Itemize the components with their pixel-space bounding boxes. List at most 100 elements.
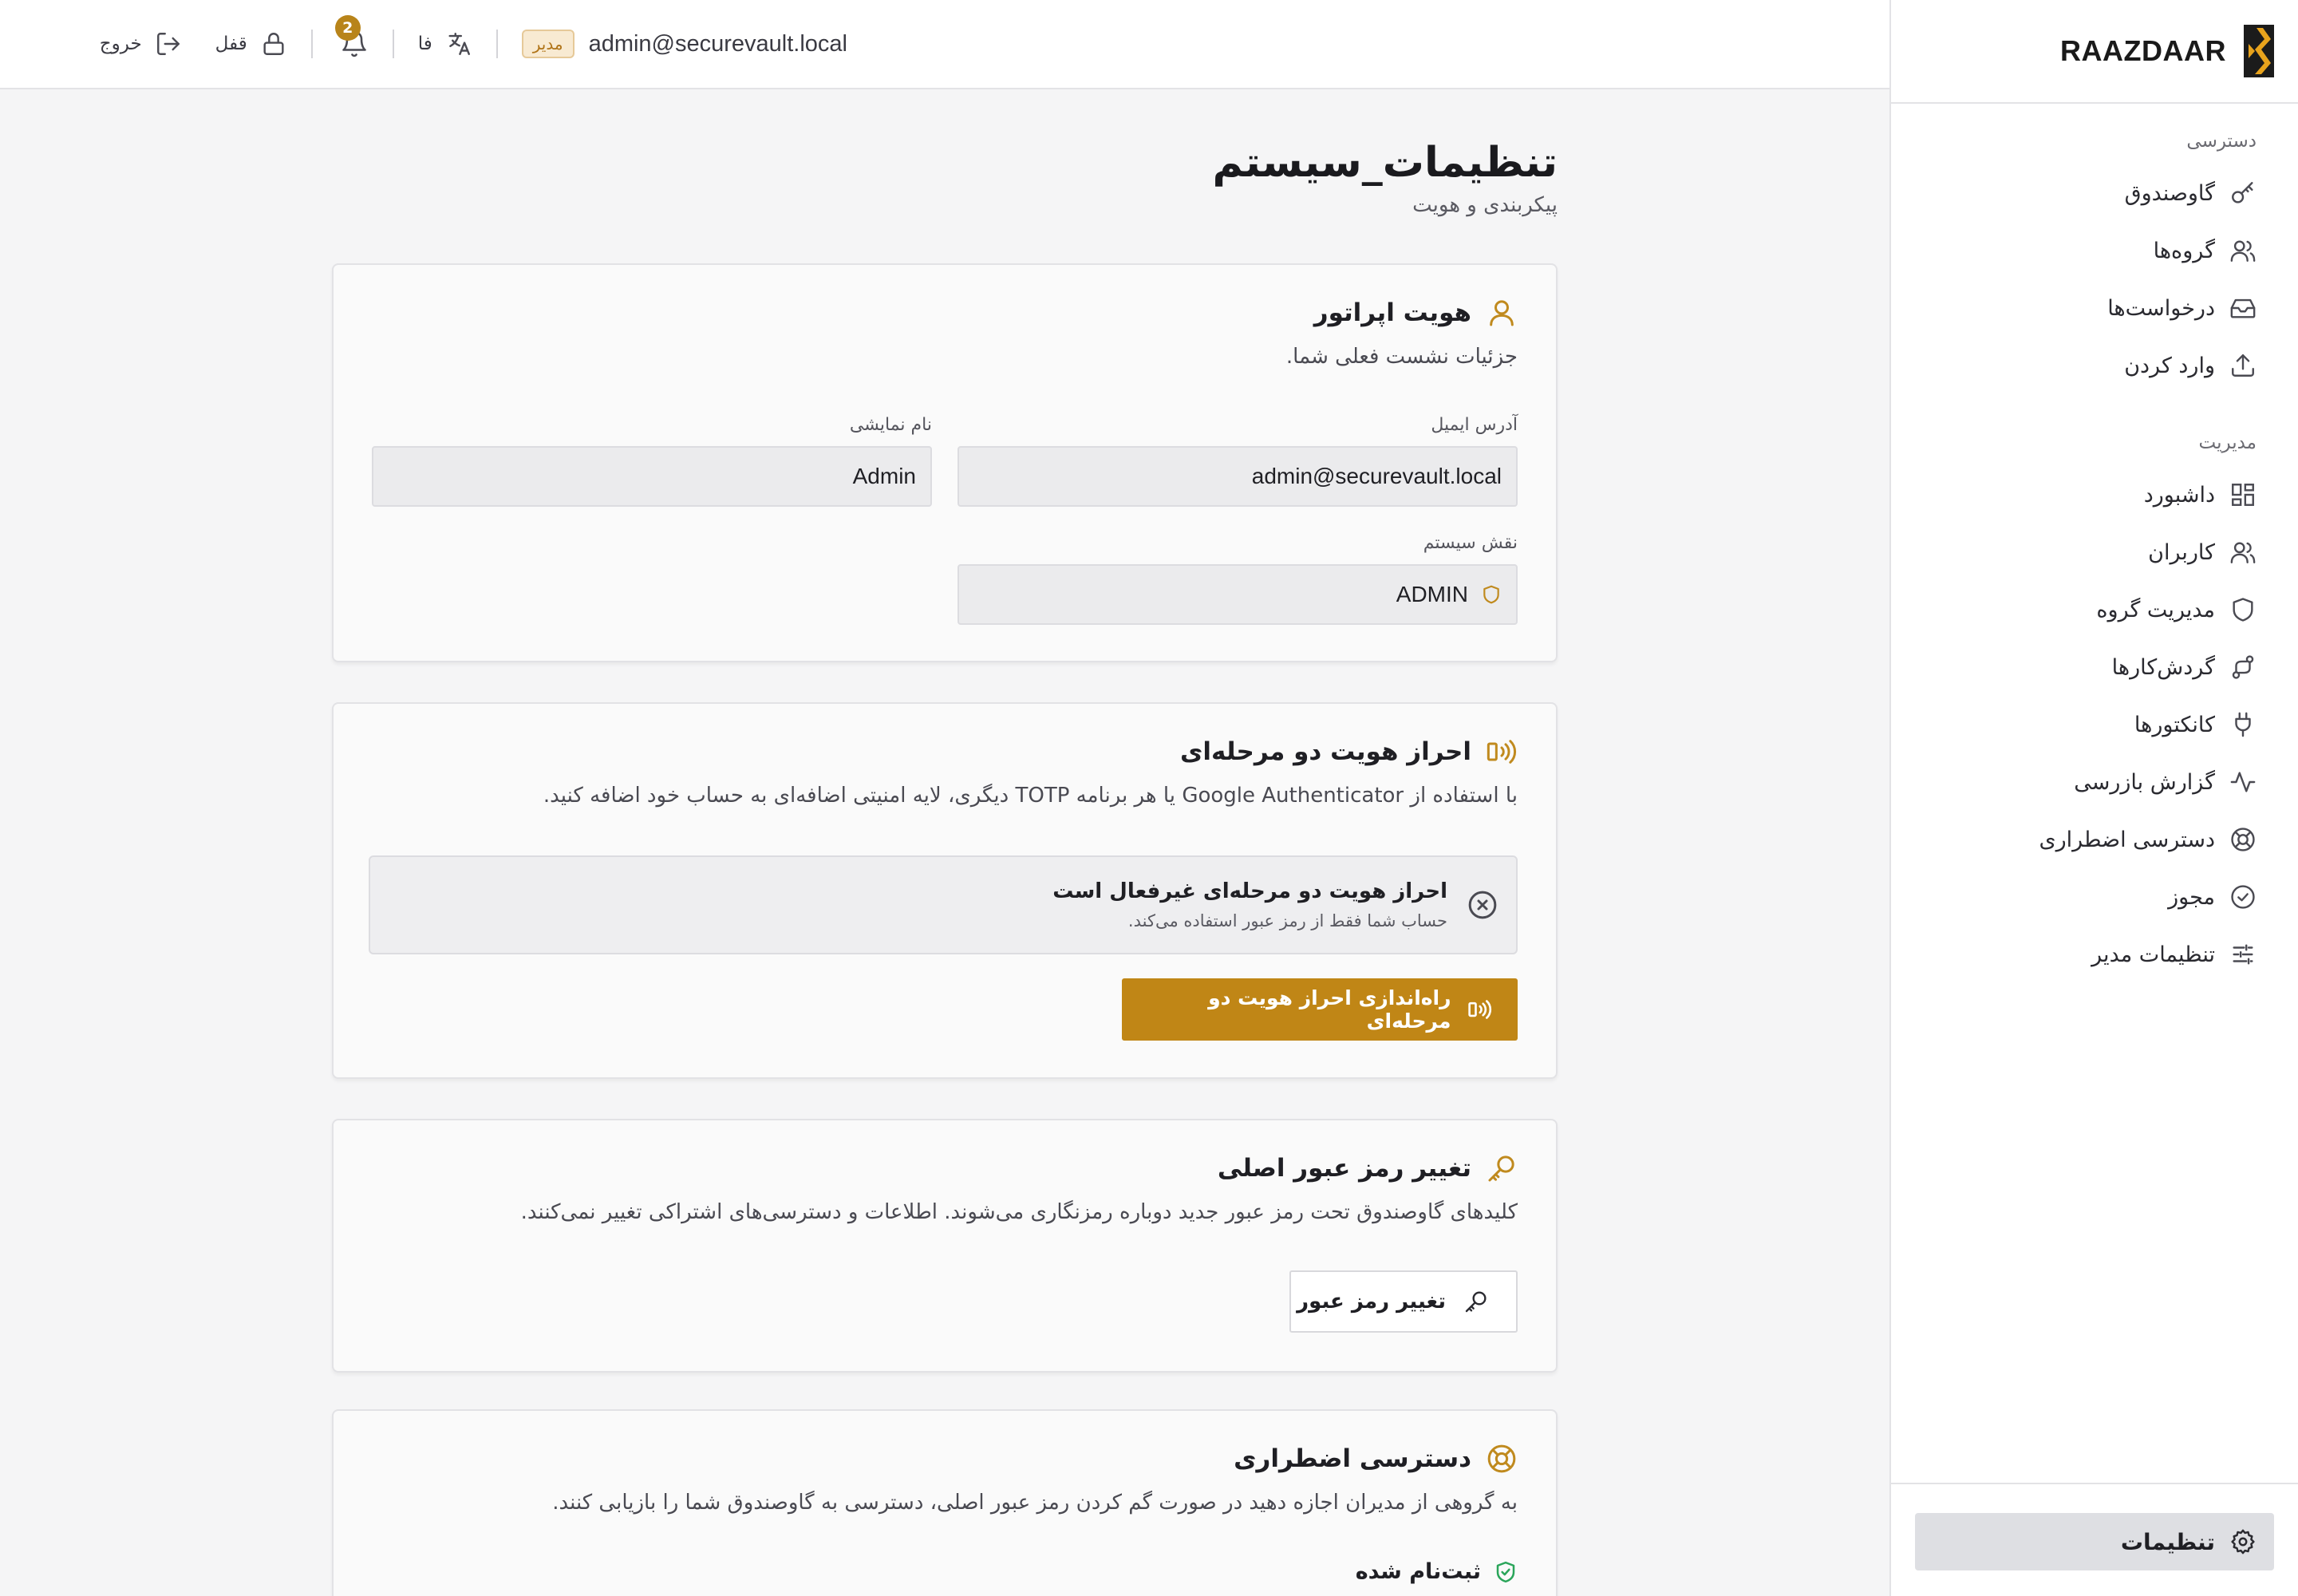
role-field: نقش سیستم ADMIN xyxy=(958,533,1518,625)
sidebar-item-settings[interactable]: تنظیمات xyxy=(1915,1513,2274,1570)
sidebar-item-label: کانکتورها xyxy=(2134,712,2215,737)
brand-name: RAAZDAAR xyxy=(2060,34,2226,67)
lock-button[interactable]: قفل xyxy=(215,30,287,57)
logout-icon xyxy=(156,33,180,55)
sidebar-item-dashboard[interactable]: داشبورد xyxy=(1891,466,2257,523)
twofa-status-box: احراز هویت دو مرحله‌ای غیرفعال است حساب … xyxy=(369,855,1518,954)
identity-card: هویت اپراتور جزئیات نشست فعلی شما. آدرس … xyxy=(332,263,1558,662)
sidebar-item-requests[interactable]: درخواست‌ها xyxy=(1891,279,2257,337)
lifebuoy-icon xyxy=(2231,828,2255,851)
workflow-icon xyxy=(2232,655,2254,679)
sidebar-item-vault[interactable]: گاوصندوق xyxy=(1891,164,2257,222)
brand-logo-icon xyxy=(2244,25,2274,77)
sidebar-item-label: دسترسی اضطراری xyxy=(2039,827,2215,852)
setup-2fa-button[interactable]: راه‌اندازی احراز هویت دو مرحله‌ای xyxy=(1122,978,1518,1041)
role-value-box: ADMIN xyxy=(958,564,1518,625)
sidebar-item-label: درخواست‌ها xyxy=(2107,295,2215,321)
shield-icon xyxy=(1483,585,1499,604)
card-title: دسترسی اضطراری xyxy=(1234,1444,1471,1473)
x-circle-icon xyxy=(1468,891,1497,919)
sidebar-item-label: مدیریت گروه xyxy=(2096,597,2215,622)
upload-icon xyxy=(2232,354,2254,377)
sidebar-item-import[interactable]: وارد کردن xyxy=(1891,337,2257,394)
two-factor-card: احراز هویت دو مرحله‌ای با استفاده از Goo… xyxy=(332,702,1558,1079)
translate-icon xyxy=(448,33,470,55)
sidebar-item-groups[interactable]: گروه‌ها xyxy=(1891,222,2257,279)
sidebar-item-label: گزارش بازرسی xyxy=(2074,769,2215,795)
current-user: admin@securevault.local مدیر xyxy=(521,30,847,58)
main-content: تنظیمات_سیستم پیکربندی و هویت هویت اپرات… xyxy=(0,91,1889,1596)
key-icon xyxy=(1465,1291,1487,1313)
nav-heading-access: دسترسی xyxy=(2186,131,2257,152)
status-subtitle: حساب شما فقط از رمز عبور استفاده می‌کند. xyxy=(1127,911,1447,930)
page-title: تنظیمات_سیستم xyxy=(1212,139,1558,187)
sidebar-item-group-management[interactable]: مدیریت گروه xyxy=(1891,581,2257,638)
email-field: آدرس ایمیل admin@securevault.local xyxy=(958,415,1518,507)
sidebar-item-users[interactable]: کاربران xyxy=(1891,523,2257,581)
inbox-icon xyxy=(2230,298,2256,318)
plug-icon xyxy=(2235,712,2251,737)
sidebar-item-emergency-access[interactable]: دسترسی اضطراری xyxy=(1891,811,2257,868)
sidebar-item-label: گاوصندوق xyxy=(2124,180,2215,206)
language-switcher[interactable]: فا xyxy=(418,30,472,57)
users-icon xyxy=(2230,542,2256,563)
divider xyxy=(496,30,498,58)
card-title: احراز هویت دو مرحله‌ای xyxy=(1180,737,1471,766)
button-label: راه‌اندازی احراز هویت دو مرحله‌ای xyxy=(1208,986,1451,1033)
sidebar: RAAZDAAR دسترسی گاوصندوق گروه‌ها درخواست… xyxy=(1889,0,2298,1596)
gear-icon xyxy=(2231,1529,2255,1555)
status-title: احراز هویت دو مرحله‌ای غیرفعال است xyxy=(1052,879,1447,903)
sidebar-item-label: داشبورد xyxy=(2143,482,2215,508)
dashboard-icon xyxy=(2232,484,2254,506)
card-title: تغییر رمز عبور اصلی xyxy=(1217,1154,1471,1183)
sidebar-item-admin-settings[interactable]: تنظیمات مدیر xyxy=(1891,926,2257,983)
emergency-access-card: دسترسی اضطراری به گروهی از مدیران اجازه … xyxy=(332,1409,1558,1596)
nfc-signal-icon xyxy=(1467,1000,1491,1019)
divider xyxy=(310,30,313,58)
user-icon xyxy=(1490,300,1514,326)
sidebar-item-label: گروه‌ها xyxy=(2153,238,2215,263)
lock-icon xyxy=(263,33,284,55)
brand[interactable]: RAAZDAAR xyxy=(1891,0,2298,104)
sidebar-item-label: تنظیمات xyxy=(2120,1528,2215,1555)
divider xyxy=(392,30,394,58)
page-subtitle: پیکربندی و هویت xyxy=(1412,193,1558,217)
topbar: admin@securevault.local مدیر فا 2 قفل خر… xyxy=(0,0,1889,89)
email-value[interactable]: admin@securevault.local xyxy=(958,446,1518,507)
role-value: ADMIN xyxy=(1396,582,1468,606)
key-icon xyxy=(1488,1156,1514,1182)
display-name-field: نام نمایشی Admin xyxy=(372,415,932,507)
role-label: نقش سیستم xyxy=(1423,533,1518,553)
card-title: هویت اپراتور xyxy=(1313,298,1471,327)
nfc-signal-icon xyxy=(1487,740,1517,764)
display-name-value[interactable]: Admin xyxy=(372,446,932,507)
card-description: به گروهی از مدیران اجازه دهید در صورت گم… xyxy=(552,1491,1518,1515)
card-description: جزئیات نشست فعلی شما. xyxy=(1285,345,1518,369)
sidebar-item-label: تنظیمات مدیر xyxy=(2091,942,2215,967)
lock-label: قفل xyxy=(215,34,247,54)
notification-count-badge: 2 xyxy=(334,15,361,41)
change-password-button[interactable]: تغییر رمز عبور xyxy=(1289,1270,1518,1333)
logout-button[interactable]: خروج xyxy=(100,30,182,57)
language-label: فا xyxy=(417,34,432,54)
sidebar-item-audit-log[interactable]: گزارش بازرسی xyxy=(1891,753,2257,811)
sidebar-item-license[interactable]: مجوز xyxy=(1891,868,2257,926)
card-description: کلیدهای گاوصندوق تحت رمز عبور جدید دوبار… xyxy=(520,1200,1518,1224)
sidebar-item-label: کاربران xyxy=(2148,539,2215,565)
key-icon xyxy=(2232,182,2253,203)
activity-icon xyxy=(2230,772,2256,792)
enrollment-status: ثبت‌نام شده xyxy=(1356,1559,1518,1584)
change-password-card: تغییر رمز عبور اصلی کلیدهای گاوصندوق تحت… xyxy=(332,1119,1558,1373)
lifebuoy-icon xyxy=(1487,1444,1516,1473)
button-label: تغییر رمز عبور xyxy=(1297,1290,1446,1314)
badge-check-icon xyxy=(2231,885,2255,909)
shield-icon xyxy=(2233,598,2253,622)
users-icon xyxy=(2230,240,2256,262)
shield-check-icon xyxy=(1496,1561,1515,1582)
sidebar-item-workflows[interactable]: گردش‌کارها xyxy=(1891,638,2257,696)
sidebar-item-connectors[interactable]: کانکتورها xyxy=(1891,696,2257,753)
email-label: آدرس ایمیل xyxy=(1431,415,1518,435)
sidebar-item-label: گردش‌کارها xyxy=(2111,654,2215,680)
notifications-button[interactable]: 2 xyxy=(334,15,369,60)
logout-label: خروج xyxy=(99,34,142,54)
